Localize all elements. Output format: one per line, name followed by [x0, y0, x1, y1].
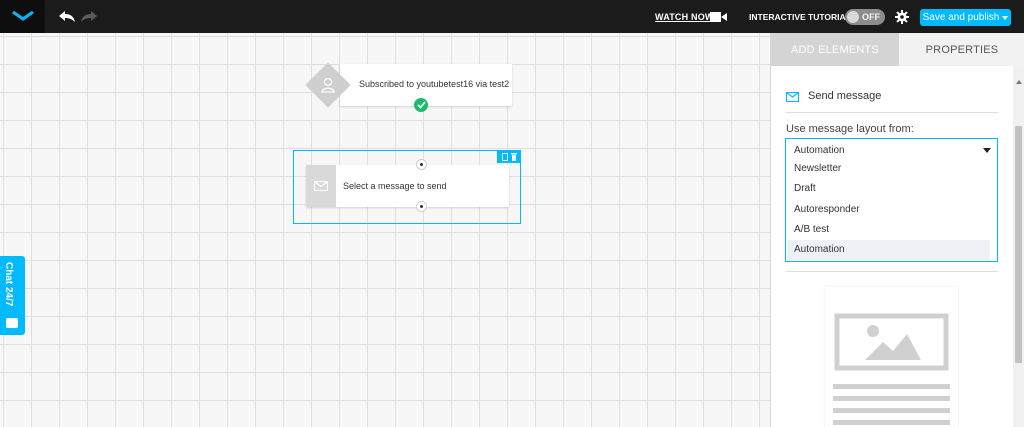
envelope-logo-icon[interactable]: [0, 0, 45, 33]
section-header: Send message: [786, 90, 998, 113]
option-draft[interactable]: Draft: [787, 179, 990, 199]
chevron-down-icon: [983, 148, 991, 153]
undo-icon[interactable]: [58, 10, 76, 24]
option-automation[interactable]: Automation: [787, 240, 990, 260]
chat-button[interactable]: Chat 24/7: [0, 256, 25, 335]
image-placeholder-icon: [833, 313, 950, 425]
scroll-up-icon[interactable]: [1016, 80, 1022, 84]
select-value: Automation: [794, 145, 845, 156]
interactive-tutorial-label: INTERACTIVE TUTORIAL: [749, 12, 851, 22]
chat-label: Chat 24/7: [3, 262, 14, 307]
action-text: Select a message to send: [343, 181, 447, 191]
properties-panel: ADD ELEMENTS PROPERTIES Send message Use…: [770, 33, 1024, 427]
option-autoresponder[interactable]: Autoresponder: [787, 200, 990, 220]
input-port[interactable]: [416, 159, 427, 170]
trigger-text: Subscribed to youtubetest16 via test2: [359, 79, 510, 89]
panel-scrollbar[interactable]: [1013, 66, 1024, 427]
message-preview: [825, 287, 958, 427]
scroll-thumb[interactable]: [1015, 126, 1022, 363]
output-port[interactable]: [416, 201, 427, 212]
top-toolbar: WATCH NOW INTERACTIVE TUTORIAL OFF Save …: [0, 0, 1024, 33]
tab-add-elements[interactable]: ADD ELEMENTS: [771, 33, 899, 66]
option-ab-test[interactable]: A/B test: [787, 220, 990, 240]
divider: [786, 271, 998, 272]
node-icon-box: [306, 165, 336, 207]
redo-icon[interactable]: [80, 10, 98, 24]
tab-properties[interactable]: PROPERTIES: [899, 33, 1024, 66]
video-camera-icon[interactable]: [710, 11, 727, 23]
node-tools: [497, 150, 521, 163]
layout-select[interactable]: Automation Newsletter Draft Autoresponde…: [785, 138, 998, 262]
tutorial-toggle[interactable]: OFF: [845, 9, 885, 25]
save-and-publish-button[interactable]: Save and publish: [920, 9, 1011, 26]
save-button-label: Save and publish: [922, 12, 1000, 23]
copy-icon[interactable]: [501, 152, 508, 161]
trash-icon[interactable]: [510, 152, 517, 161]
option-newsletter[interactable]: Newsletter: [787, 159, 990, 179]
person-icon: [321, 77, 335, 93]
chevron-down-icon: [1002, 15, 1009, 20]
section-title: Send message: [808, 90, 882, 102]
toggle-knob: [847, 11, 859, 23]
chat-bubble-icon: [6, 318, 18, 328]
envelope-icon: [314, 181, 328, 191]
checkmark-icon: [414, 98, 428, 112]
layout-label: Use message layout from:: [786, 123, 914, 135]
toggle-label: OFF: [862, 12, 880, 22]
envelope-icon: [786, 92, 799, 102]
watch-now-link[interactable]: WATCH NOW: [655, 12, 714, 22]
send-message-node[interactable]: Select a message to send: [306, 165, 509, 207]
gear-icon[interactable]: [895, 10, 909, 24]
